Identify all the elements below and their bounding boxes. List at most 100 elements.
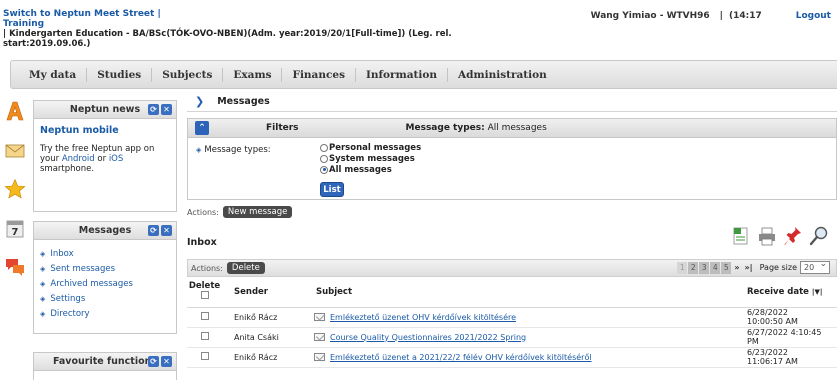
radio-circle-selected[interactable] — [320, 165, 328, 174]
envelope-icon — [314, 333, 325, 341]
menu-my-data[interactable]: My data — [19, 67, 88, 82]
refresh-icon[interactable]: ⟳ — [148, 104, 159, 115]
actions-label: Actions: — [191, 263, 223, 273]
main-menu: My data Studies Subjects Exams Finances … — [10, 60, 837, 89]
row-subject-link[interactable]: Course Quality Questionnaires 2021/2022 … — [330, 333, 526, 342]
header-right: Wang Yimiao - WTVH96 | (14:17 Logout — [591, 11, 831, 21]
close-icon[interactable]: ✕ — [161, 356, 172, 367]
filter-panel: ◈ Message types: Personal messages System… — [187, 138, 837, 200]
table-row[interactable]: Enikő Rácz Emlékeztető üzenet a 2021/22/… — [187, 347, 837, 368]
menu-information[interactable]: Information — [356, 67, 448, 82]
message-types-field-label: ◈ Message types: — [196, 145, 271, 155]
sidebar-item-sent[interactable]: ◈ Sent messages — [40, 261, 170, 276]
envelope-icon — [314, 313, 325, 321]
news-item-title[interactable]: Neptun mobile — [40, 125, 170, 136]
favourite-functions-title: Favourite functions — [52, 356, 158, 367]
diamond-bullet-icon: ◈ — [196, 146, 202, 154]
envelope-icon[interactable] — [4, 139, 26, 161]
table-row[interactable]: Enikő Rácz Emlékeztető üzenet OHV kérdőí… — [187, 307, 837, 328]
favourite-functions-header: Favourite functions ⟳ ✕ — [34, 353, 176, 371]
row-checkbox[interactable] — [200, 332, 209, 340]
col-subject[interactable]: Subject — [314, 277, 747, 308]
inbox-tools — [731, 225, 829, 247]
page-3[interactable]: 3 — [699, 261, 710, 274]
radio-circle[interactable] — [320, 154, 328, 163]
messages-box-title: Messages — [78, 225, 132, 236]
star-icon[interactable] — [4, 178, 26, 200]
main-content: ❯ Messages ⌃ Filters Message types: All … — [187, 92, 837, 368]
sidebar-item-inbox[interactable]: ◈ Inbox — [40, 246, 170, 261]
close-icon[interactable]: ✕ — [161, 225, 172, 236]
row-date: 6/27/2022 4:10:45 PM — [747, 327, 837, 348]
refresh-icon[interactable]: ⟳ — [148, 225, 159, 236]
menu-finances[interactable]: Finances — [282, 67, 356, 82]
filters-label: Filters — [266, 123, 299, 133]
col-receive-date[interactable]: Receive date |▼| — [747, 277, 837, 308]
neptun-news-title: Neptun news — [69, 104, 141, 115]
row-sender: Enikő Rácz — [222, 307, 314, 328]
breadcrumb: ❯ Messages — [187, 92, 837, 112]
chevron-right-icon: ❯ — [195, 95, 205, 108]
row-sender: Anita Csáki — [222, 327, 314, 348]
col-delete: Delete — [187, 277, 222, 308]
messages-box: Messages ⟳ ✕ ◈ Inbox ◈ Sent messages ◈ Arch… — [33, 221, 177, 334]
menu-studies[interactable]: Studies — [87, 67, 153, 82]
inbox-title: Inbox — [187, 236, 217, 248]
sort-icon[interactable]: |▼| — [812, 288, 823, 296]
filter-summary: Message types: All messages — [405, 123, 547, 133]
inbox-table: Delete Sender Subject Receive date |▼| E… — [187, 277, 837, 368]
page-size-select[interactable]: 20 — [800, 259, 830, 274]
refresh-icon[interactable]: ⟳ — [148, 356, 159, 367]
list-button[interactable]: List — [320, 182, 344, 197]
next-page-button[interactable]: » — [734, 263, 739, 272]
radio-system-messages[interactable]: System messages — [320, 153, 421, 164]
diamond-bullet-icon: ◈ — [40, 249, 46, 258]
training-link[interactable]: Training — [3, 19, 44, 29]
logout-link[interactable]: Logout — [796, 11, 831, 21]
quick-icon-strip: 7 — [4, 100, 28, 295]
menu-subjects[interactable]: Subjects — [152, 67, 224, 82]
printer-icon[interactable] — [757, 225, 777, 247]
magnifier-icon[interactable] — [809, 225, 829, 247]
col-sender[interactable]: Sender — [222, 277, 314, 308]
select-all-checkbox[interactable] — [200, 291, 209, 300]
letter-a-icon[interactable] — [4, 100, 26, 122]
menu-exams[interactable]: Exams — [223, 67, 283, 82]
page-2[interactable]: 2 — [688, 261, 699, 274]
android-link[interactable]: Android — [62, 154, 95, 164]
sidebar-item-directory[interactable]: ◈ Directory — [40, 306, 170, 321]
envelope-icon — [314, 353, 325, 361]
radio-circle[interactable] — [320, 143, 328, 152]
row-date: 6/28/2022 10:00:50 AM — [747, 307, 837, 328]
row-checkbox[interactable] — [200, 352, 209, 360]
sidebar-item-settings[interactable]: ◈ Settings — [40, 291, 170, 306]
filter-bar: ⌃ Filters Message types: All messages — [187, 118, 837, 138]
excel-export-icon[interactable] — [731, 225, 751, 247]
radio-personal-messages[interactable]: Personal messages — [320, 142, 421, 153]
row-subject-link[interactable]: Emlékeztető üzenet a 2021/22/2 félév OHV… — [330, 353, 592, 362]
ios-link[interactable]: iOS — [109, 154, 123, 164]
diamond-bullet-icon: ◈ — [40, 279, 46, 288]
new-message-button[interactable]: New message — [222, 206, 293, 218]
switch-meet-street-link[interactable]: Switch to Neptun Meet Street | — [3, 9, 161, 19]
diamond-bullet-icon: ◈ — [40, 264, 46, 273]
radio-all-messages[interactable]: All messages — [320, 164, 421, 175]
page-5[interactable]: 5 — [721, 261, 732, 274]
row-subject-link[interactable]: Emlékeztető üzenet OHV kérdőívek kitölté… — [330, 313, 516, 322]
page-1[interactable]: 1 — [677, 261, 688, 274]
delete-button[interactable]: Delete — [226, 262, 265, 274]
actions-toolbar: Actions: New message — [187, 203, 837, 221]
inbox-header: Inbox — [187, 226, 837, 253]
calendar-icon[interactable]: 7 — [4, 217, 26, 239]
collapse-filter-icon[interactable]: ⌃ — [195, 121, 209, 135]
pin-icon[interactable] — [783, 225, 803, 247]
menu-administration[interactable]: Administration — [448, 68, 557, 82]
page-title: Messages — [217, 96, 270, 107]
table-row[interactable]: Anita Csáki Course Quality Questionnaire… — [187, 327, 837, 348]
row-checkbox[interactable] — [200, 312, 209, 320]
sidebar-item-archived[interactable]: ◈ Archived messages — [40, 276, 170, 291]
last-page-button[interactable]: »| — [744, 263, 752, 272]
page-4[interactable]: 4 — [710, 261, 721, 274]
close-icon[interactable]: ✕ — [161, 104, 172, 115]
chat-bubbles-icon[interactable] — [4, 256, 26, 278]
